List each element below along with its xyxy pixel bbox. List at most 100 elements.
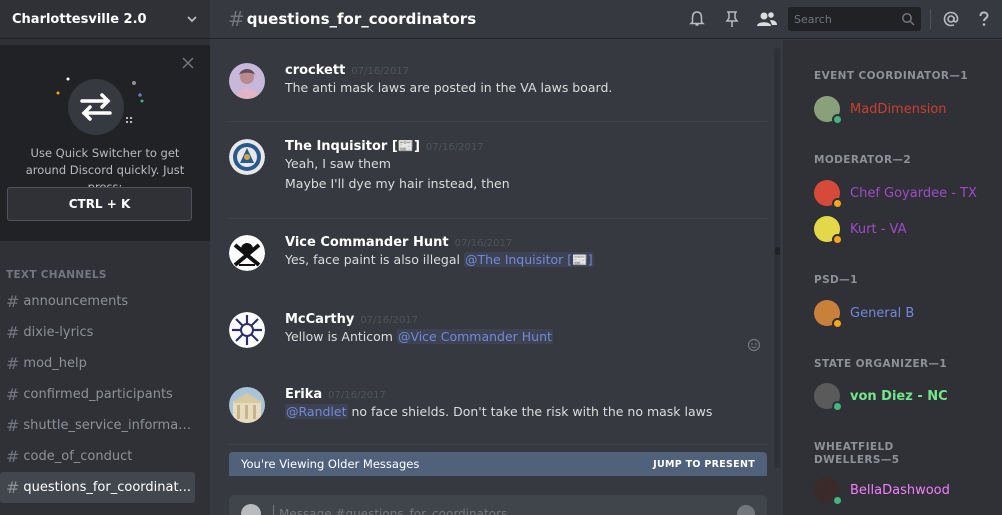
channel-label: shuttle_service_informat...: [23, 418, 195, 433]
avatar: [814, 180, 843, 209]
role-header: STATE ORGANIZER—1: [814, 358, 948, 370]
search-box[interactable]: [788, 7, 921, 31]
message-body: Vice Commander Hunt 07/16/2017 Yes, face …: [285, 235, 755, 270]
message-text: Yeah, I saw them: [285, 156, 391, 171]
channel-label: questions_for_coordinat...: [23, 480, 191, 495]
channel-item[interactable]: # code_of_conduct: [0, 441, 195, 472]
message-body: The Inquisitor [📰] 07/16/2017 Yeah, I saw…: [285, 139, 755, 194]
member-item[interactable]: von Diez - NC: [814, 380, 999, 412]
channel-item[interactable]: # mod_help: [0, 348, 195, 379]
channel-item-active[interactable]: # questions_for_coordinat...: [0, 472, 195, 503]
guild-header[interactable]: Charlottesville 2.0: [0, 0, 210, 39]
channel-item[interactable]: # announcements: [0, 286, 195, 317]
avatar[interactable]: [229, 312, 265, 348]
hash-icon: #: [6, 385, 20, 404]
help-icon[interactable]: [975, 10, 993, 28]
add-reaction-icon[interactable]: [747, 338, 761, 352]
upload-plus-icon[interactable]: [241, 504, 261, 515]
channel-sidebar: Charlottesville 2.0 Use Quick Switcher t…: [0, 0, 210, 515]
message: crockett 07/16/2017 The anti mask laws ar…: [229, 63, 767, 113]
message-author[interactable]: crockett: [285, 63, 345, 78]
mention-icon[interactable]: [942, 10, 960, 28]
hash-icon: #: [228, 7, 245, 31]
message-timestamp: 07/16/2017: [351, 66, 409, 77]
avatar[interactable]: [229, 387, 265, 423]
channel-item[interactable]: # confirmed_participants: [0, 379, 195, 410]
message-composer[interactable]: [229, 495, 767, 515]
avatar[interactable]: [229, 139, 265, 175]
search-input[interactable]: [794, 12, 901, 26]
hash-icon: #: [6, 323, 20, 342]
text-channels-category[interactable]: TEXT CHANNELS: [6, 269, 107, 281]
jump-to-present-button[interactable]: JUMP TO PRESENT: [653, 459, 755, 470]
message-text-content: Yes, face paint is also illegal: [285, 252, 464, 267]
status-indicator: [832, 318, 843, 329]
member-item[interactable]: MadDimension: [814, 93, 999, 125]
message-author[interactable]: McCarthy: [285, 312, 354, 327]
quick-switcher-shortcut[interactable]: CTRL + K: [7, 187, 192, 221]
message-text: Yellow is Anticom @Vice Commander Hunt: [285, 327, 755, 347]
message-input[interactable]: [279, 505, 679, 515]
channel-title: questions_for_coordinators: [246, 10, 477, 28]
close-icon[interactable]: [182, 57, 194, 69]
member-item[interactable]: Kurt - VA: [814, 213, 999, 245]
hash-icon: #: [6, 416, 20, 435]
message-text: @Randlet no face shields. Don't take the…: [285, 402, 755, 422]
member-name: MadDimension: [850, 101, 947, 117]
message: Erika 07/16/2017 @Randlet no face shields…: [229, 387, 767, 437]
status-indicator: [832, 495, 843, 506]
message-author[interactable]: Erika: [285, 387, 322, 402]
member-name: Chef Goyardee - TX: [850, 185, 977, 201]
member-name: BellaDashwood: [850, 482, 950, 498]
older-messages-bar[interactable]: You're Viewing Older Messages JUMP TO PR…: [229, 452, 767, 476]
user-mention[interactable]: @Vice Commander Hunt: [396, 329, 553, 344]
composer-divider: [273, 505, 274, 515]
message-timestamp: 07/16/2017: [454, 238, 513, 249]
message-body: crockett 07/16/2017 The anti mask laws ar…: [285, 63, 755, 98]
scrollbar-thumb[interactable]: [775, 247, 780, 255]
message-divider: [229, 218, 767, 219]
hash-icon: #: [6, 478, 20, 497]
channel-header: # questions_for_coordinators: [210, 0, 1002, 39]
avatar: [814, 216, 843, 245]
hash-icon: #: [6, 292, 20, 311]
header-divider: [930, 9, 931, 29]
channel-item[interactable]: # shuttle_service_informat...: [0, 410, 195, 441]
status-indicator: [832, 234, 843, 245]
role-header: MODERATOR—2: [814, 154, 912, 166]
message-timestamp: 07/16/2017: [425, 142, 484, 153]
scrollbar-track[interactable]: [774, 48, 780, 468]
message-author[interactable]: The Inquisitor [📰]: [285, 139, 420, 154]
role-header: WHEATFIELD DWELLERS—5: [814, 441, 900, 466]
message: The Inquisitor [📰] 07/16/2017 Yeah, I saw…: [229, 139, 767, 209]
member-name: von Diez - NC: [850, 388, 948, 404]
members-list-icon[interactable]: [756, 10, 778, 28]
emoji-picker-icon[interactable]: [737, 505, 755, 515]
message-text: Yes, face paint is also illegal @The Inq…: [285, 250, 755, 270]
chevron-down-icon[interactable]: [186, 13, 198, 25]
status-indicator: [832, 198, 843, 209]
pin-icon[interactable]: [723, 10, 741, 28]
role-header: EVENT COORDINATOR—1: [814, 70, 969, 82]
channel-list: # announcements # dixie-lyrics # mod_help #…: [0, 286, 210, 503]
channel-label: announcements: [23, 294, 129, 309]
avatar[interactable]: [229, 235, 265, 271]
avatar[interactable]: [229, 63, 265, 99]
member-item[interactable]: General B: [814, 297, 999, 329]
avatar: [814, 300, 843, 329]
member-item[interactable]: Chef Goyardee - TX: [814, 177, 999, 209]
message-divider: [229, 121, 767, 122]
channel-label: dixie-lyrics: [23, 325, 94, 340]
channel-item[interactable]: # dixie-lyrics: [0, 317, 195, 348]
bell-icon[interactable]: [688, 10, 706, 28]
member-name: General B: [850, 305, 915, 321]
message-text: The anti mask laws are posted in the VA …: [285, 80, 613, 95]
avatar: [814, 477, 843, 506]
message-text-content: Yellow is Anticom: [285, 329, 397, 344]
message-author[interactable]: Vice Commander Hunt: [285, 235, 449, 250]
member-list: EVENT COORDINATOR—1 MadDimension MODERAT…: [783, 40, 1002, 515]
member-item[interactable]: BellaDashwood: [814, 474, 999, 506]
user-mention[interactable]: @Randlet: [285, 404, 348, 419]
user-mention[interactable]: @The Inquisitor [📰]: [463, 252, 594, 267]
role-header: PSD—1: [814, 274, 858, 286]
